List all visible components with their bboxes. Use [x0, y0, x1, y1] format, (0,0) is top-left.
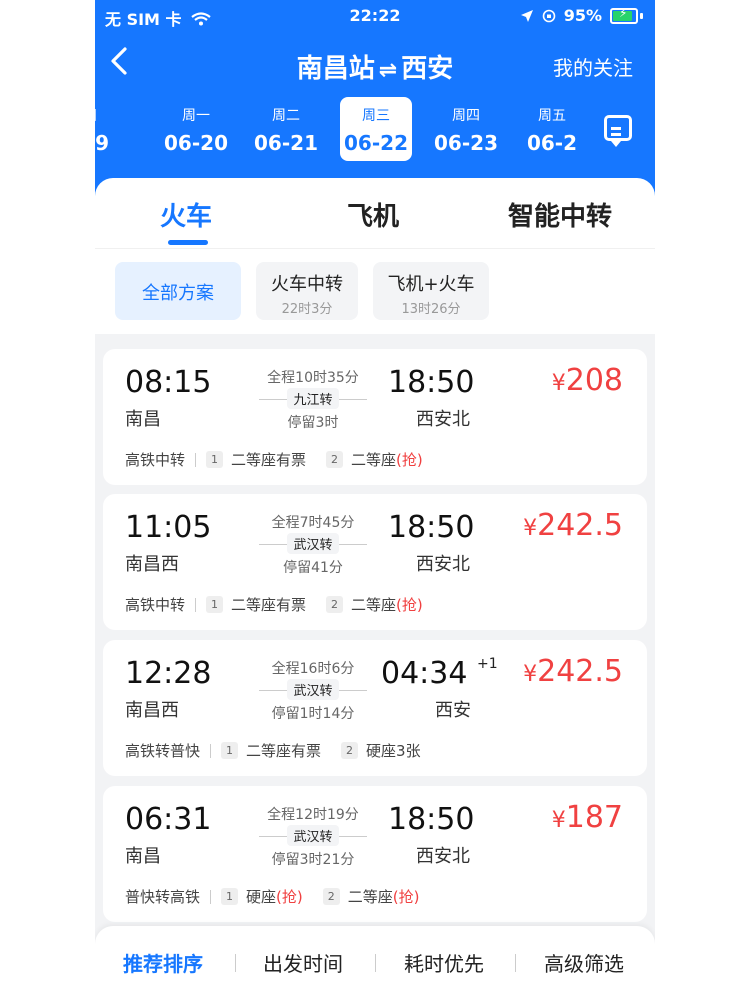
date-item[interactable]: 周一 06-20	[160, 97, 232, 161]
transfer-city: 武汉转	[287, 533, 339, 554]
tab-flight[interactable]: 飞机	[347, 196, 399, 233]
tab-train[interactable]: 火车	[160, 196, 212, 233]
plan-flight-train[interactable]: 飞机+火车 13时26分	[373, 262, 489, 320]
advanced-filter[interactable]: 高级筛选	[544, 948, 624, 977]
leg-number: 2	[326, 451, 344, 468]
departure-station: 南昌西	[125, 700, 179, 721]
my-follow-button[interactable]: 我的关注	[553, 52, 633, 81]
arrival-time: 04:34	[381, 656, 468, 691]
arrival-station: 西安	[435, 700, 471, 721]
status-right: 95% ⚡	[520, 6, 643, 25]
tab-smart-transfer[interactable]: 智能中转	[508, 196, 612, 233]
seat-info: 高铁中转 1 二等座有票 2 二等座 (抢)	[125, 596, 423, 614]
leg-number: 2	[341, 742, 359, 759]
leg-number: 1	[221, 888, 239, 905]
transfer-info: 全程12时19分 武汉转 停留3时21分	[243, 786, 383, 869]
seat-info: 高铁转普快 1 二等座有票 2 硬座3张	[125, 742, 421, 760]
date-item[interactable]: 周五 06-2	[520, 97, 584, 161]
plan-train-transfer[interactable]: 火车中转 22时3分	[256, 262, 358, 320]
sort-duration[interactable]: 耗时优先	[404, 948, 484, 977]
transfer-city: 武汉转	[287, 825, 339, 846]
status-bar: 无 SIM 卡 22:22 95% ⚡	[95, 0, 655, 32]
sort-recommended[interactable]: 推荐排序	[123, 948, 203, 977]
battery-icon: ⚡	[610, 5, 638, 24]
result-card[interactable]: 08:15 南昌 全程10时35分 九江转 停留3时 18:50 西安北 ¥20…	[103, 349, 647, 485]
arrival-time: 18:50	[388, 802, 475, 837]
route-type: 普快转高铁	[125, 888, 201, 906]
result-card[interactable]: 06:31 南昌 全程12时19分 武汉转 停留3时21分 18:50 西安北 …	[103, 786, 647, 922]
origin-station: 南昌站	[296, 54, 375, 84]
transfer-info: 全程7时45分 武汉转 停留41分	[243, 494, 383, 577]
date-item[interactable]: 周四 06-23	[430, 97, 502, 161]
result-card[interactable]: 11:05 南昌西 全程7时45分 武汉转 停留41分 18:50 西安北 ¥2…	[103, 494, 647, 630]
date-item-selected[interactable]: 周三 06-22	[340, 97, 412, 161]
leg-number: 2	[326, 596, 344, 613]
departure-time: 12:28	[125, 656, 212, 691]
price: ¥242.5	[523, 508, 623, 543]
active-tab-indicator	[168, 240, 208, 245]
transfer-city: 武汉转	[287, 679, 339, 700]
result-card[interactable]: 12:28 南昌西 全程16时6分 武汉转 停留1时14分 04:34 +1 西…	[103, 640, 647, 776]
battery-cap	[640, 12, 643, 19]
arrival-station: 西安北	[416, 409, 470, 430]
transport-panel: 火车 飞机 智能中转 全部方案 火车中转 22时3分 飞机+火车 13时26分	[95, 178, 655, 334]
arrival-station: 西安北	[416, 554, 470, 575]
sort-departure-time[interactable]: 出发时间	[263, 948, 343, 977]
departure-station: 南昌	[125, 846, 161, 867]
seat-info: 普快转高铁 1 硬座 (抢) 2 二等座 (抢)	[125, 888, 420, 906]
arrival-station: 西安北	[416, 846, 470, 867]
seat-info: 高铁中转 1 二等座有票 2 二等座 (抢)	[125, 451, 423, 469]
leg-number: 2	[322, 888, 340, 905]
departure-time: 06:31	[125, 802, 212, 837]
location-arrow-icon	[520, 9, 533, 22]
departure-time: 11:05	[125, 510, 212, 545]
app-screen: 无 SIM 卡 22:22 95% ⚡ 南昌站 ⇌ 西安 我的关注 9 周一 0…	[95, 0, 655, 1000]
calendar-button[interactable]	[601, 111, 632, 147]
arrival-time: 18:50	[388, 365, 475, 400]
price: ¥208	[551, 363, 623, 398]
transfer-city: 九江转	[287, 388, 339, 409]
charging-icon: ⚡	[619, 5, 628, 20]
price: ¥187	[551, 800, 623, 835]
route-type: 高铁中转	[125, 451, 186, 469]
price: ¥242.5	[523, 654, 623, 689]
date-item[interactable]: 日 -19	[95, 97, 127, 161]
date-strip: 日 -19 周一 06-20 周二 06-21 周三 06-22 周四 06-2…	[95, 95, 655, 165]
destination-station: 西安	[401, 54, 454, 84]
orientation-lock-icon	[542, 9, 556, 22]
date-item[interactable]: 周二 06-21	[250, 97, 322, 161]
leg-number: 1	[206, 451, 224, 468]
departure-time: 08:15	[125, 365, 212, 400]
swap-icon[interactable]: ⇌	[379, 58, 397, 83]
sort-bar: 推荐排序 出发时间 耗时优先 高级筛选	[95, 926, 655, 1000]
transfer-info: 全程16时6分 武汉转 停留1时14分	[243, 640, 383, 723]
route-type: 高铁转普快	[125, 742, 201, 760]
route-type: 高铁中转	[125, 596, 186, 614]
transfer-info: 全程10时35分 九江转 停留3时	[243, 349, 383, 432]
leg-number: 1	[221, 742, 239, 759]
departure-station: 南昌西	[125, 554, 179, 575]
next-day-badge: +1	[477, 656, 498, 672]
nav-bar: 南昌站 ⇌ 西安 我的关注	[95, 40, 655, 88]
leg-number: 1	[206, 596, 224, 613]
battery-percent: 95%	[563, 6, 602, 25]
arrival-time: 18:50	[388, 510, 475, 545]
plan-all[interactable]: 全部方案	[115, 262, 241, 320]
departure-station: 南昌	[125, 409, 161, 430]
divider	[95, 248, 655, 249]
